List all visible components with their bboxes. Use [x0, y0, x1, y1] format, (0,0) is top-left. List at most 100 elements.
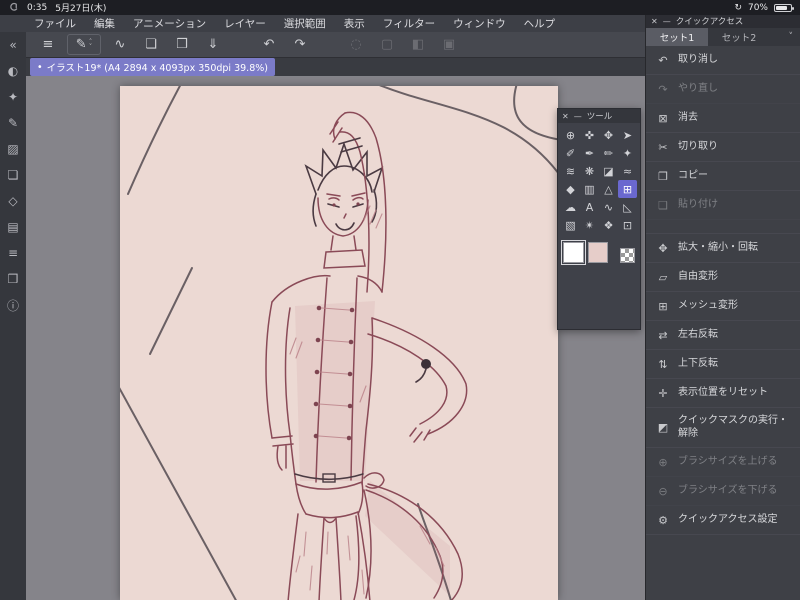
menu-filter[interactable]: フィルター — [383, 16, 435, 31]
qa-group-spacer — [646, 220, 800, 234]
tool-move[interactable]: ✥ — [599, 126, 618, 144]
tool-property-button[interactable]: ✎ ˄ ˅ — [67, 34, 101, 55]
tool-grid: ⊕ ✜ ✥ ➤ ✐ ✒ ✏ ✦ ≋ ❋ ◪ ≈ ◆ ▥ △ ⊞ ☁ A ∿ ◺ … — [558, 123, 640, 234]
chevron-down-icon[interactable]: ˅ — [782, 28, 800, 46]
tool-fill[interactable]: ◆ — [561, 180, 580, 198]
curve-tool-button[interactable]: ∿ — [108, 34, 132, 55]
qa-scale-rotate[interactable]: ✥ 拡大・縮小・回転 — [646, 234, 800, 263]
pen-settings-icon[interactable]: ✎ — [3, 115, 23, 131]
open-file-button[interactable]: ❒ — [170, 34, 194, 55]
tool-subview[interactable]: ⊡ — [618, 216, 637, 234]
qa-paste: ❑ 貼り付け — [646, 191, 800, 220]
export-button[interactable]: ⇓ — [201, 34, 225, 55]
menu-animation[interactable]: アニメーション — [133, 16, 206, 31]
redo-icon: ↷ — [658, 82, 668, 96]
main-menu-button[interactable]: ≡ — [36, 34, 60, 55]
qa-flip-vertical[interactable]: ⇅ 上下反転 — [646, 350, 800, 379]
tab-set2[interactable]: セット2 — [708, 28, 770, 46]
qa-free-transform[interactable]: ▱ 自由変形 — [646, 263, 800, 292]
redo-button[interactable]: ↷ — [288, 34, 312, 55]
tab-set1[interactable]: セット1 — [646, 28, 708, 46]
transparent-color-swatch[interactable] — [620, 248, 635, 263]
material-icon[interactable]: ▨ — [3, 141, 23, 157]
pen-icon: ✎ — [75, 37, 87, 52]
tool-text[interactable]: A — [580, 198, 599, 216]
canvas[interactable] — [120, 86, 558, 600]
menu-edit[interactable]: 編集 — [94, 16, 115, 31]
tool-operation[interactable]: ❖ — [599, 216, 618, 234]
sidebar-collapse-icon[interactable]: « — [3, 37, 23, 53]
qa-undo[interactable]: ↶ 取り消し — [646, 46, 800, 75]
sub-color-swatch[interactable] — [587, 242, 609, 263]
tool-pen[interactable]: ✒ — [580, 144, 599, 162]
3d-material-icon[interactable]: ◇ — [3, 193, 23, 209]
tool-eraser[interactable]: ◪ — [599, 162, 618, 180]
tool-gradient[interactable]: ▥ — [580, 180, 599, 198]
tool-airbrush[interactable]: ≋ — [561, 162, 580, 180]
minimize-icon[interactable]: — — [663, 17, 671, 26]
tool-frame-border[interactable]: ⊞ — [618, 180, 637, 198]
qa-reset-view[interactable]: ✛ 表示位置をリセット — [646, 379, 800, 408]
tool-eyedropper[interactable]: ✐ — [561, 144, 580, 162]
rotation-lock-icon: ↻ — [734, 2, 742, 13]
tool-brush[interactable]: ✦ — [618, 144, 637, 162]
tool-palette: ✕ — ツール ⊕ ✜ ✥ ➤ ✐ ✒ ✏ ✦ ≋ ❋ ◪ ≈ ◆ ▥ △ ⊞ … — [557, 108, 641, 330]
quick-access-panel: ✕ — クイックアクセス セット1 セット2 ˅ ↶ 取り消し ↷ やり直し ⊠… — [645, 14, 800, 600]
tool-zoom[interactable]: ⊕ — [561, 126, 580, 144]
document-tab[interactable]: • イラスト19* (A4 2894 x 4093px 350dpi 39.8%… — [30, 58, 275, 76]
color-swatches — [558, 234, 640, 265]
tool-hand[interactable]: ✜ — [580, 126, 599, 144]
artwork-sketch — [120, 86, 558, 600]
qa-settings[interactable]: ⚙ クイックアクセス設定 — [646, 506, 800, 535]
status-bar: 0:35 5月27日(木) ↻ 70% — [0, 0, 800, 15]
invert-selection-button: ◧ — [411, 37, 425, 52]
qa-flip-horizontal[interactable]: ⇄ 左右反転 — [646, 321, 800, 350]
minimize-icon[interactable]: — — [574, 112, 582, 121]
undo-button[interactable]: ↶ — [257, 34, 281, 55]
information-icon[interactable]: ⓘ — [3, 297, 23, 313]
tool-object[interactable]: ➤ — [618, 126, 637, 144]
status-time: 0:35 — [27, 2, 48, 13]
tool-ruler[interactable]: ◺ — [618, 198, 637, 216]
main-color-swatch[interactable] — [561, 240, 586, 265]
tool-palette-header: ✕ — ツール — [558, 109, 640, 123]
close-icon[interactable]: ✕ — [651, 17, 658, 26]
close-icon[interactable]: ✕ — [562, 112, 569, 121]
menu-selection[interactable]: 選択範囲 — [284, 16, 326, 31]
color-circle-icon[interactable]: ◐ — [3, 63, 23, 79]
tool-decoration[interactable]: ❋ — [580, 162, 599, 180]
flip-vertical-icon: ⇅ — [658, 357, 668, 371]
tool-auto-select[interactable]: ✴ — [580, 216, 599, 234]
qa-quick-mask[interactable]: ◩ クイックマスクの実行・解除 — [646, 408, 800, 448]
qa-redo: ↷ やり直し — [646, 75, 800, 104]
layers-icon[interactable]: ❏ — [3, 167, 23, 183]
item-list-icon[interactable]: ≡ — [3, 245, 23, 261]
menu-file[interactable]: ファイル — [34, 16, 76, 31]
qa-brush-size-up: ⊕ ブラシサイズを上げる — [646, 448, 800, 477]
menu-help[interactable]: ヘルプ — [524, 16, 556, 31]
menu-layer[interactable]: レイヤー — [224, 16, 266, 31]
tool-balloon[interactable]: ☁ — [561, 198, 580, 216]
qa-cut[interactable]: ✂ 切り取り — [646, 133, 800, 162]
scale-rotate-icon: ✥ — [658, 241, 668, 255]
settings-gear-icon: ⚙ — [658, 513, 668, 527]
navigator-icon[interactable]: ▤ — [3, 219, 23, 235]
tool-blend[interactable]: ≈ — [618, 162, 637, 180]
quick-access-header: ✕ — クイックアクセス — [646, 14, 800, 28]
tool-pencil[interactable]: ✏ — [599, 144, 618, 162]
battery-icon — [774, 3, 794, 12]
menu-view[interactable]: 表示 — [344, 16, 365, 31]
reset-view-icon: ✛ — [658, 386, 668, 400]
color-set-icon[interactable]: ✦ — [3, 89, 23, 105]
tool-figure[interactable]: △ — [599, 180, 618, 198]
qa-erase[interactable]: ⊠ 消去 — [646, 104, 800, 133]
tool-line-correction[interactable]: ∿ — [599, 198, 618, 216]
new-canvas-button[interactable]: ❏ — [139, 34, 163, 55]
tool-palette-title: ツール — [586, 112, 613, 122]
tool-selection[interactable]: ▧ — [561, 216, 580, 234]
subview-icon[interactable]: ❒ — [3, 271, 23, 287]
menu-window[interactable]: ウィンドウ — [453, 16, 506, 31]
brush-size-down-icon: ⊖ — [658, 484, 668, 498]
qa-copy[interactable]: ❐ コピー — [646, 162, 800, 191]
qa-mesh-transform[interactable]: ⊞ メッシュ変形 — [646, 292, 800, 321]
